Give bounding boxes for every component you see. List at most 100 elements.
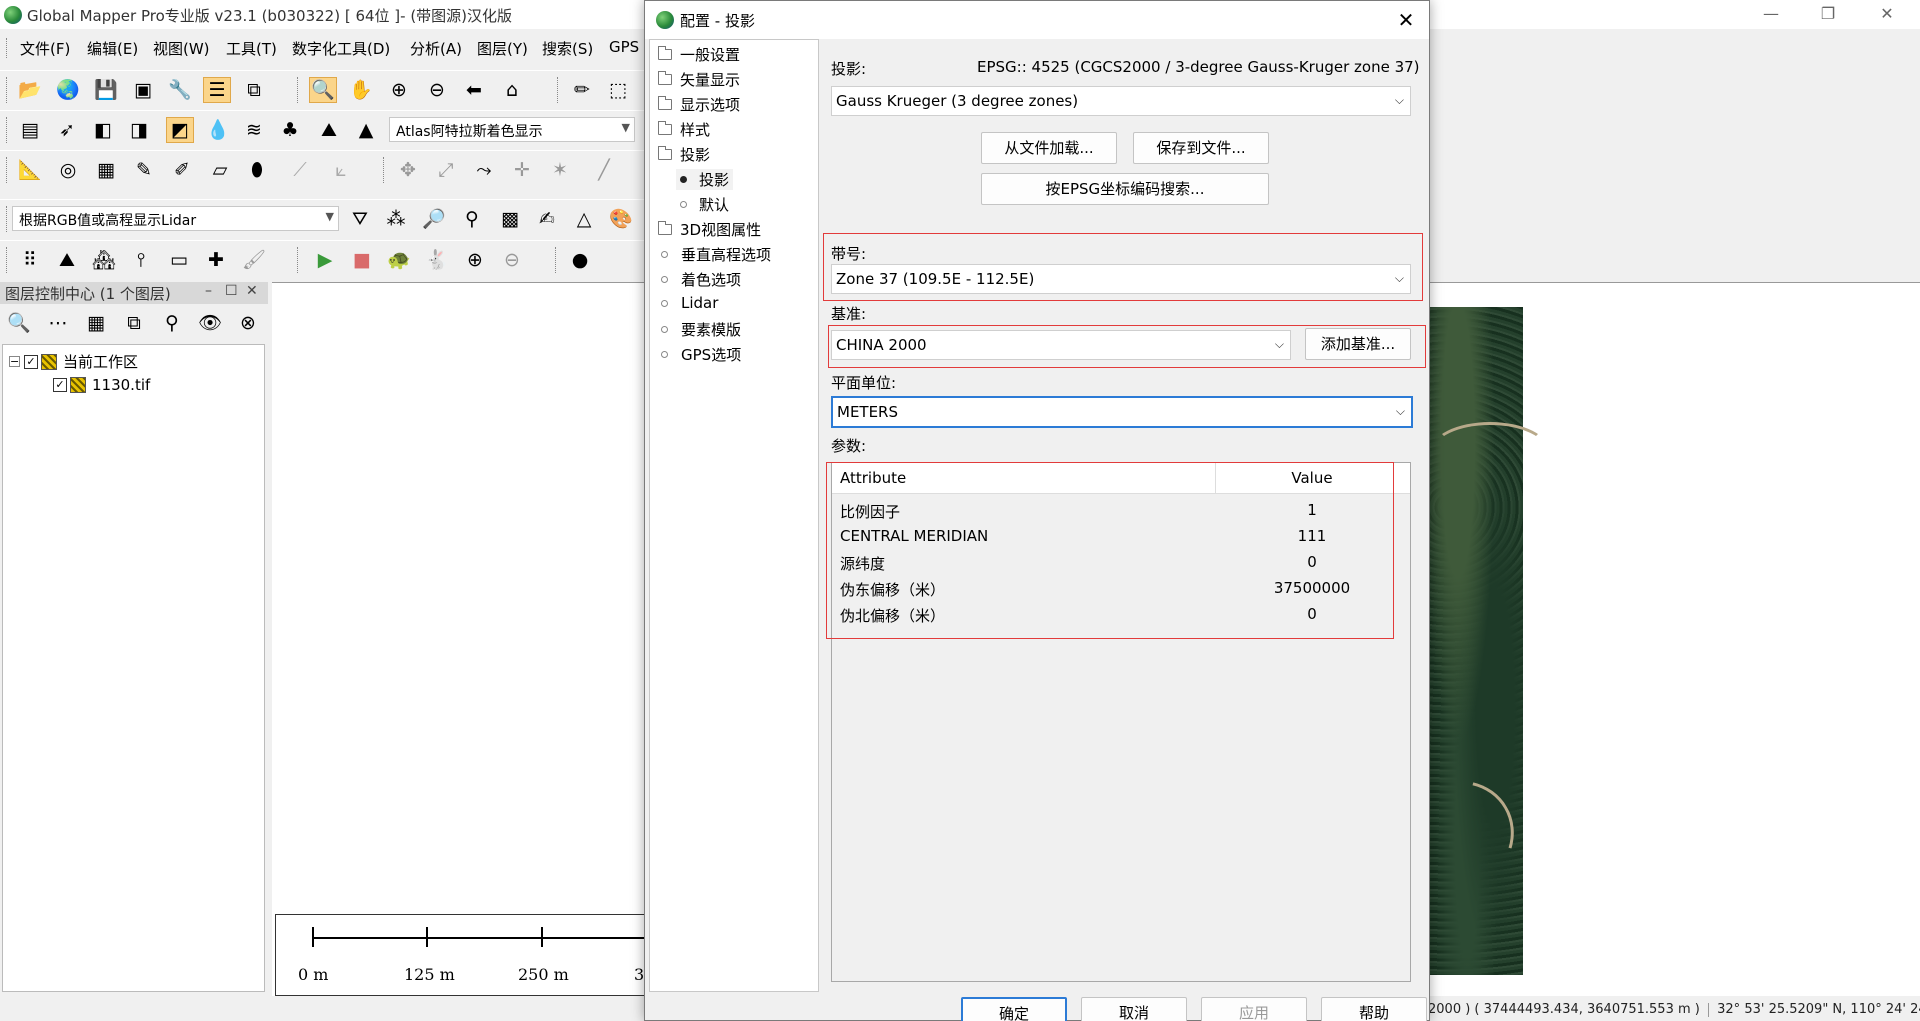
save-to-file-button[interactable]: 保存到文件...	[1133, 132, 1269, 164]
nav-general[interactable]: 一般设置	[658, 44, 740, 65]
toolbar-grip[interactable]	[297, 77, 300, 103]
search-epsg-button[interactable]: 按EPSG坐标编码搜索...	[981, 173, 1269, 205]
nav-vector-display[interactable]: 矢量显示	[658, 69, 740, 90]
building-icon[interactable]: 🏘	[90, 247, 118, 273]
load-from-file-button[interactable]: 从文件加载...	[981, 132, 1117, 164]
filter-icon[interactable]: ⛛	[346, 206, 374, 232]
toolbar-grip[interactable]	[6, 247, 9, 273]
panel-minimize-icon[interactable]: –	[205, 283, 212, 299]
workspace-checkbox[interactable]: ✓	[24, 354, 38, 369]
nav-shader-options[interactable]: 着色选项	[658, 269, 741, 290]
color-wheel-icon[interactable]: ●	[566, 247, 594, 273]
contour-icon[interactable]: ≋	[240, 117, 268, 143]
palette-icon[interactable]: 🎨	[607, 206, 635, 232]
draw-point-icon[interactable]: ✐	[168, 157, 196, 183]
zoom-select-icon[interactable]: 🔍	[309, 77, 337, 103]
attribute-table-icon[interactable]: ▦	[82, 310, 110, 336]
scatter-icon[interactable]: ⠿	[16, 247, 44, 273]
menu-search[interactable]: 搜索(S)	[542, 38, 593, 59]
menubar-grip[interactable]	[6, 38, 9, 58]
toolbar-grip[interactable]	[6, 157, 9, 183]
point-cloud-icon[interactable]: ⁂	[382, 206, 410, 232]
edit-vertex-icon[interactable]: ⟀	[327, 157, 355, 183]
mountain-icon[interactable]: ⛰	[315, 117, 343, 143]
panel-close-icon[interactable]: ✕	[246, 283, 258, 299]
open-folder-icon[interactable]: 📂	[16, 77, 44, 103]
lidar-display-select[interactable]: 根据RGB值或高程显示Lidar ▼	[12, 206, 339, 231]
menu-layer[interactable]: 图层(Y)	[477, 38, 528, 59]
layer-options-icon[interactable]: ⋯	[44, 310, 72, 336]
hatch-icon[interactable]: ▩	[496, 206, 524, 232]
fast-rabbit-icon[interactable]: 🐇	[423, 247, 451, 273]
move-icon[interactable]: ✥	[394, 157, 422, 183]
nav-default[interactable]: 默认	[676, 194, 729, 215]
water-level-icon[interactable]: 💧	[204, 117, 232, 143]
overview-icon[interactable]: ⧉	[240, 77, 268, 103]
vertex-edit-icon[interactable]: ⤳	[470, 157, 498, 183]
menu-digitizer[interactable]: 数字化工具(D)	[292, 38, 390, 59]
draw-area-icon[interactable]: ▱	[206, 157, 234, 183]
menu-analysis[interactable]: 分析(A)	[410, 38, 462, 59]
toolbar-grip[interactable]	[6, 206, 9, 232]
close-button[interactable]: ✕	[1864, 2, 1910, 26]
nav-projection-child[interactable]: 投影	[676, 169, 734, 190]
menu-view[interactable]: 视图(W)	[153, 38, 210, 59]
expand-icon[interactable]: −	[9, 356, 20, 367]
brush-icon[interactable]: 🖌	[240, 247, 268, 273]
zoom-to-layer-icon[interactable]: 🔍	[5, 310, 33, 336]
monitor-icon[interactable]: ▭	[165, 247, 193, 273]
shapes-icon[interactable]: ⬮	[243, 157, 271, 183]
menu-tools[interactable]: 工具(T)	[226, 38, 277, 59]
remove-layer-icon[interactable]: ⊖	[498, 247, 526, 273]
play-icon[interactable]: ▶	[311, 247, 339, 273]
nav-lidar[interactable]: Lidar	[658, 294, 718, 312]
wrench-icon[interactable]: 🔧	[166, 77, 194, 103]
move-vertex-icon[interactable]: ✛	[508, 157, 536, 183]
nav-projection[interactable]: 投影	[658, 144, 710, 165]
globe-icon[interactable]: 🌏	[54, 77, 82, 103]
dialog-close-button[interactable]: ✕	[1391, 7, 1421, 33]
lidar-search-icon[interactable]: 🔎	[420, 206, 448, 232]
split-view-icon[interactable]: ◧	[89, 117, 117, 143]
toolbar-grip[interactable]	[555, 247, 558, 273]
pan-hand-icon[interactable]: ✋	[347, 77, 375, 103]
draw-line-icon[interactable]: ✎	[130, 157, 158, 183]
shader-select[interactable]: Atlas阿特拉斯着色显示 ▼	[389, 117, 635, 142]
measure-icon[interactable]: 📐	[16, 157, 44, 183]
select-rect-icon[interactable]: ⬚	[604, 77, 632, 103]
ok-button[interactable]: 确定	[961, 997, 1067, 1021]
menu-edit[interactable]: 编辑(E)	[87, 38, 138, 59]
view-3d-icon[interactable]: ◨	[125, 117, 153, 143]
menu-gps[interactable]: GPS	[609, 38, 639, 56]
snap-icon[interactable]: ✶	[546, 157, 574, 183]
back-arrow-icon[interactable]: ⬅	[460, 77, 488, 103]
units-select[interactable]: METERS ⌵	[831, 396, 1413, 428]
nav-styles[interactable]: 样式	[658, 119, 710, 140]
tree-icon[interactable]: ♣	[276, 117, 304, 143]
nav-feature-templates[interactable]: 要素模版	[658, 319, 741, 340]
triangle-icon[interactable]: △	[570, 206, 598, 232]
grid-pencil-icon[interactable]: ▦	[92, 157, 120, 183]
home-icon[interactable]: ⌂	[498, 77, 526, 103]
pencil-icon[interactable]: ✏	[568, 77, 596, 103]
nav-vertical-options[interactable]: 垂直高程选项	[658, 244, 771, 265]
slow-turtle-icon[interactable]: 🐢	[385, 247, 413, 273]
minimize-button[interactable]: —	[1748, 2, 1794, 26]
zoom-in-icon[interactable]: ⊕	[385, 77, 413, 103]
workspace-icon[interactable]: ▣	[129, 77, 157, 103]
stop-icon[interactable]: ■	[348, 247, 376, 273]
puzzle-icon[interactable]: ✚	[202, 247, 230, 273]
path-profile-icon[interactable]: ➶	[53, 117, 81, 143]
apply-button[interactable]: 应用	[1201, 997, 1307, 1021]
layer-control-icon[interactable]: ☰	[203, 77, 231, 103]
line-edit-icon[interactable]: ╱	[590, 157, 618, 183]
layer-search-icon[interactable]: ⚲	[158, 310, 186, 336]
panel-maximize-icon[interactable]: ☐	[225, 283, 238, 299]
restore-button[interactable]: ❐	[1805, 2, 1851, 26]
projection-select[interactable]: Gauss Krueger (3 degree zones) ⌵	[831, 86, 1411, 116]
target-icon[interactable]: ◎	[54, 157, 82, 183]
slope-icon[interactable]: ◩	[166, 117, 194, 143]
save-icon[interactable]: 💾	[92, 77, 120, 103]
nav-display-options[interactable]: 显示选项	[658, 94, 740, 115]
layer-copy-icon[interactable]: ⧉	[120, 310, 148, 336]
